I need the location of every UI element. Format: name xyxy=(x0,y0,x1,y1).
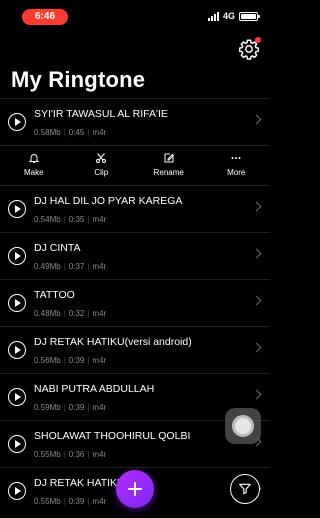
filter-button[interactable] xyxy=(230,474,260,504)
make-button[interactable]: Make xyxy=(0,146,68,185)
network-type: 4G xyxy=(222,11,235,21)
more-icon xyxy=(231,157,241,159)
ringtone-meta: 0.55Mb | 0:39 | m4r xyxy=(34,497,107,506)
ringtone-title: DJ CINTA xyxy=(34,242,81,254)
play-icon[interactable] xyxy=(8,341,26,359)
play-icon[interactable] xyxy=(8,294,26,312)
action-bar: Make Clip Rename More xyxy=(0,145,270,185)
chevron-right-icon[interactable] xyxy=(251,342,262,353)
edit-icon xyxy=(164,153,174,163)
ringtone-title: NABI PUTRA ABDULLAH xyxy=(34,383,155,395)
filter-icon xyxy=(239,483,251,495)
status-bar: 6:46 4G xyxy=(0,0,270,34)
status-time: 6:46 xyxy=(22,9,68,25)
ringtone-meta: 0.59Mb | 0:39 | m4r xyxy=(34,403,107,412)
ringtone-title: DJ RETAK HATIKU(versi android) xyxy=(34,336,192,348)
ringtone-title: SYI'IR TAWASUL AL RIFA'IE xyxy=(34,108,168,120)
battery-icon xyxy=(239,11,260,21)
chevron-right-icon[interactable] xyxy=(251,201,262,212)
list-item[interactable]: TATTOO 0.48Mb | 0:32 | m4r xyxy=(0,279,270,326)
ringtone-title: SHOLAWAT THOOHIRUL QOLBI xyxy=(34,430,191,442)
page-title: My Ringtone xyxy=(11,67,146,92)
notification-dot xyxy=(255,37,261,43)
list-item[interactable]: DJ HAL DIL JO PYAR KAREGA 0.54Mb | 0:35 | m4… xyxy=(0,185,270,232)
play-icon[interactable] xyxy=(8,113,26,131)
chevron-right-icon[interactable] xyxy=(251,295,262,306)
scissors-icon xyxy=(96,153,107,163)
more-button[interactable]: More xyxy=(203,146,271,185)
ringtone-meta: 0.58Mb | 0:45 | m4r xyxy=(34,128,107,137)
play-icon[interactable] xyxy=(8,200,26,218)
list-item[interactable]: DJ RETAK HATIKU(versi android) 0.56Mb | 0:… xyxy=(0,326,270,373)
add-ringtone-button[interactable] xyxy=(116,470,154,508)
list-item[interactable]: SYI'IR TAWASUL AL RIFA'IE 0.58Mb | 0:45 | m4… xyxy=(0,98,270,145)
ringtone-meta: 0.55Mb | 0:36 | m4r xyxy=(34,450,107,459)
ringtone-title: DJ RETAK HATIKU xyxy=(34,477,125,489)
play-icon[interactable] xyxy=(8,435,26,453)
play-icon[interactable] xyxy=(8,388,26,406)
ringtone-title: TATTOO xyxy=(34,289,75,301)
settings-button[interactable] xyxy=(238,37,261,60)
rename-button[interactable]: Rename xyxy=(135,146,203,185)
status-indicators: 4G xyxy=(207,11,260,21)
chevron-right-icon[interactable] xyxy=(251,114,262,125)
chevron-right-icon[interactable] xyxy=(251,248,262,259)
bell-icon xyxy=(28,154,39,163)
ringtone-meta: 0.48Mb | 0:32 | m4r xyxy=(34,309,107,318)
play-icon[interactable] xyxy=(8,247,26,265)
ringtone-title: DJ HAL DIL JO PYAR KAREGA xyxy=(34,195,183,207)
chevron-right-icon[interactable] xyxy=(251,389,262,400)
ringtone-meta: 0.56Mb | 0:39 | m4r xyxy=(34,356,107,365)
signal-icon xyxy=(207,11,219,21)
clip-button[interactable]: Clip xyxy=(68,146,136,185)
assistive-touch-button[interactable] xyxy=(225,408,261,444)
assistive-touch-icon xyxy=(232,415,254,437)
ringtone-meta: 0.54Mb | 0:35 | m4r xyxy=(34,215,107,224)
ringtone-meta: 0.49Mb | 0:37 | m4r xyxy=(34,262,107,271)
ringtone-list: SYI'IR TAWASUL AL RIFA'IE 0.58Mb | 0:45 | m4… xyxy=(0,98,270,514)
play-icon[interactable] xyxy=(8,482,26,500)
list-item[interactable]: DJ CINTA 0.49Mb | 0:37 | m4r xyxy=(0,232,270,279)
